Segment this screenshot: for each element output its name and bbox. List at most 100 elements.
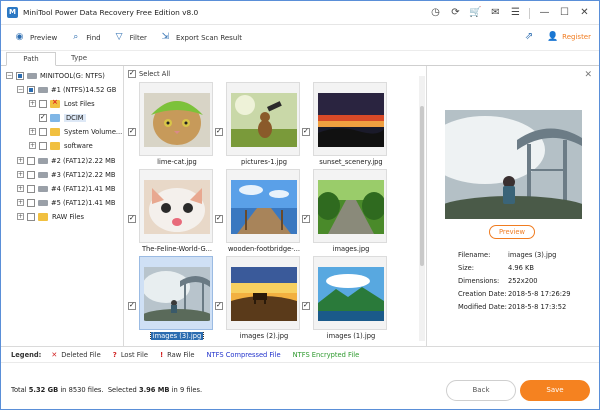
tree-label: software [64,141,93,150]
file-tile[interactable]: wooden-footbridge-... [215,169,300,257]
close-icon[interactable]: ✕ [576,5,593,21]
checkbox[interactable] [128,69,136,78]
back-button[interactable]: Back [446,380,516,401]
expand-icon[interactable]: + [17,199,24,206]
thumbnail[interactable] [139,256,213,330]
preview-tool-button[interactable]: ◉ Preview [14,32,58,43]
expand-icon[interactable]: + [29,128,36,135]
refresh-icon[interactable]: ⟳ [447,5,464,21]
file-checkbox[interactable] [128,127,136,136]
file-checkbox[interactable] [302,301,310,310]
tree-label: #4 (FAT12)1.41 MB [51,184,116,193]
tree-node-partition4[interactable]: + #4 (FAT12)1.41 MB [17,182,115,195]
email-icon[interactable]: ✉ [487,5,504,21]
expand-icon[interactable]: + [29,142,36,149]
export-scan-result-button[interactable]: ⇲ Export Scan Result [160,32,242,43]
file-checkbox[interactable] [215,301,223,310]
filter-tool-button[interactable]: ▽ Filter [114,32,147,43]
tree-label: RAW Files [52,212,84,221]
thumbnail[interactable] [226,82,300,156]
grid-scrollbar[interactable] [419,76,425,341]
file-checkbox[interactable] [128,214,136,223]
tree-node-dcim[interactable]: DCIM [39,111,86,124]
tree-node-partition1[interactable]: − #1 (NTFS)14.52 GB [17,83,116,96]
window-title: MiniTool Power Data Recovery Free Editio… [23,8,199,17]
tree-node-raw-files[interactable]: + RAW Files [17,210,84,223]
menu-icon[interactable]: ☰ [507,5,524,21]
tree-node-system-volume[interactable]: + System Volume... [29,125,122,138]
tree-checkbox[interactable] [39,113,47,122]
tree-label: #3 (FAT12)2.22 MB [51,170,116,179]
save-button[interactable]: Save [520,380,590,401]
cart-icon[interactable]: 🛒 [467,5,484,21]
tab-path[interactable]: Path [6,52,56,66]
file-checkbox[interactable] [302,127,310,136]
thumbnail[interactable] [139,82,213,156]
maximize-icon[interactable]: ☐ [556,5,573,21]
file-tile[interactable]: pictures-1.jpg [215,82,300,170]
filter-icon: ▽ [115,32,123,42]
file-tile[interactable]: The-Feline-World-G... [128,169,213,257]
tree-checkbox[interactable] [27,156,35,165]
register-button[interactable]: 👤 Register [547,32,591,42]
preview-button[interactable]: Preview [489,225,535,239]
file-checkbox[interactable] [128,301,136,310]
scrollbar-thumb[interactable] [420,106,424,266]
find-tool-button[interactable]: ⌕ Find [70,32,100,43]
file-checkbox[interactable] [215,214,223,223]
expand-icon[interactable]: + [17,213,24,220]
expand-icon[interactable]: + [17,171,24,178]
file-tile[interactable]: lime-cat.jpg [128,82,213,170]
file-name: lime-cat.jpg [157,158,197,166]
filter-tool-label: Filter [129,33,147,42]
tree-checkbox[interactable] [39,141,47,150]
tree-node-lost-files[interactable]: + Lost Files [29,97,95,110]
app-logo-icon: M [7,7,18,18]
drive-icon [27,72,37,79]
thumbnail[interactable] [313,169,387,243]
file-name: images (1).jpg [326,332,376,340]
tree-checkbox[interactable] [16,71,24,80]
select-all-checkbox[interactable]: Select All [128,69,170,78]
tree-checkbox[interactable] [27,184,35,193]
expand-icon[interactable]: + [17,157,24,164]
tree-node-partition2[interactable]: + #2 (FAT12)2.22 MB [17,154,115,167]
thumbnail[interactable] [313,82,387,156]
tree-node-software[interactable]: + software [29,139,93,152]
thumbnail[interactable] [226,169,300,243]
preview-image [425,110,593,228]
tree-node-partition3[interactable]: + #3 (FAT12)2.22 MB [17,168,115,181]
view-tabs: Path Type [1,51,599,66]
timer-icon[interactable]: ◷ [427,5,444,21]
file-tile[interactable]: images.jpg [302,169,387,257]
tree-checkbox[interactable] [27,212,35,221]
expand-icon[interactable]: + [17,185,24,192]
close-preview-icon[interactable]: ✕ [584,70,592,80]
file-tile-selected[interactable]: images (3).jpg [128,256,213,344]
share-icon[interactable]: ⇗ [523,31,535,43]
tree-checkbox[interactable] [27,170,35,179]
thumbnail[interactable] [313,256,387,330]
thumbnail[interactable] [139,169,213,243]
tree-checkbox[interactable] [27,85,35,94]
deleted-mark-icon: ✕ [51,350,58,359]
minimize-icon[interactable]: — [536,5,553,21]
tree-checkbox[interactable] [27,198,35,207]
collapse-icon[interactable]: − [6,72,13,79]
toolbar: ◉ Preview ⌕ Find ▽ Filter ⇲ Export Scan … [1,25,599,51]
tree-checkbox[interactable] [39,127,47,136]
drive-icon [38,157,48,164]
expand-icon[interactable]: + [29,100,36,107]
collapse-icon[interactable]: − [17,86,24,93]
file-tile[interactable]: images (2).jpg [215,256,300,344]
file-tile[interactable]: sunset_scenery.jpg [302,82,387,170]
tree-node-partition5[interactable]: + #5 (FAT12)1.41 MB [17,196,115,209]
thumbnail[interactable] [226,256,300,330]
tree-checkbox[interactable] [39,99,47,108]
tree-node-root[interactable]: − MINITOOL(G: NTFS) [6,69,105,82]
folder-tree: − MINITOOL(G: NTFS) − #1 (NTFS)14.52 GB … [1,66,124,346]
file-checkbox[interactable] [302,214,310,223]
file-tile[interactable]: images (1).jpg [302,256,387,344]
file-checkbox[interactable] [215,127,223,136]
tab-type[interactable]: Type [59,52,99,66]
